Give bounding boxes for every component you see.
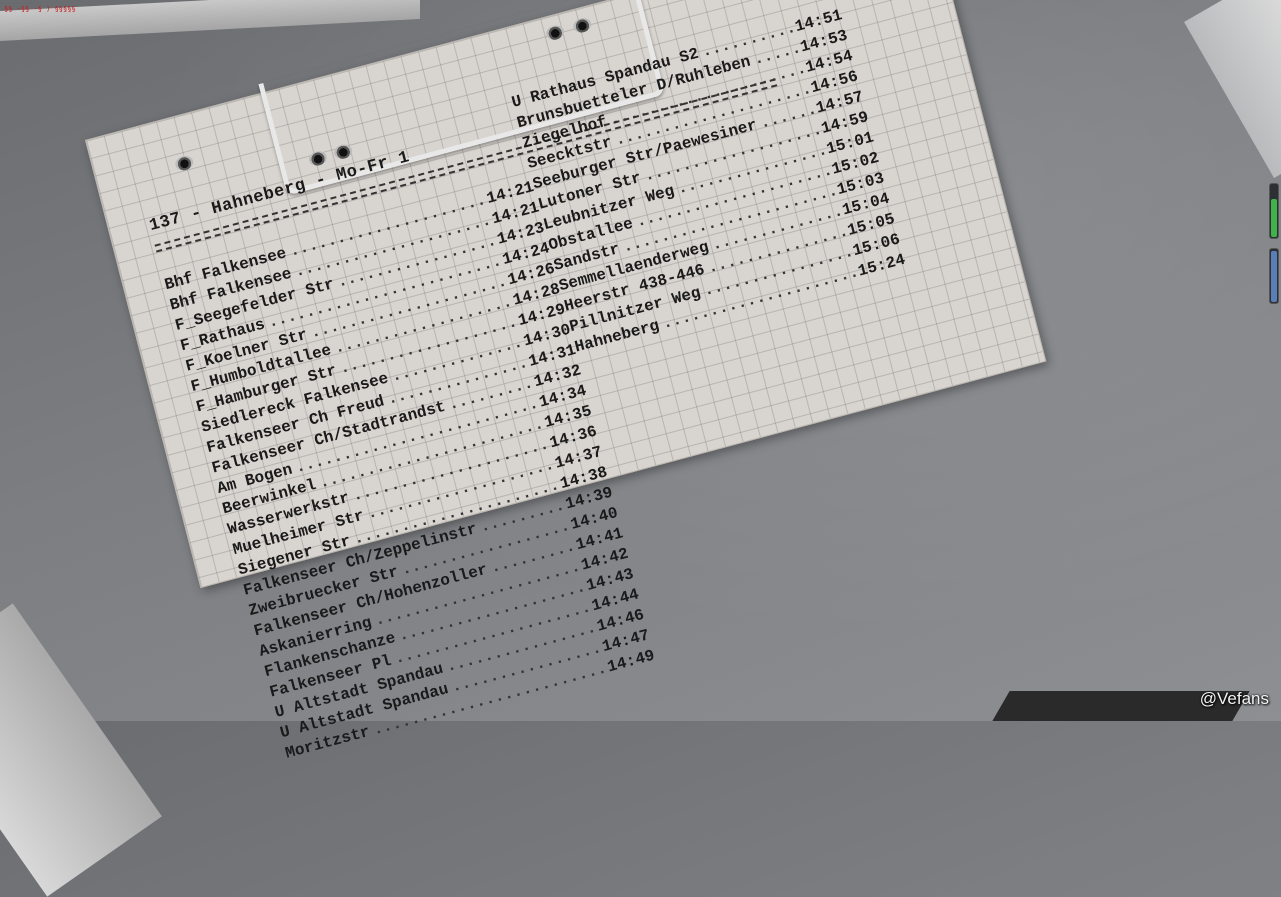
gauge-fill	[1271, 199, 1277, 237]
watermark: @Vefans	[1199, 689, 1269, 708]
mounting-hole	[173, 154, 195, 173]
gauge-fill	[1271, 250, 1277, 302]
status-gauge-lower	[1269, 248, 1279, 304]
status-gauge-upper	[1269, 183, 1279, 239]
debug-overlay-text: §§ -§§ -§ ) §§§§§	[4, 5, 76, 13]
